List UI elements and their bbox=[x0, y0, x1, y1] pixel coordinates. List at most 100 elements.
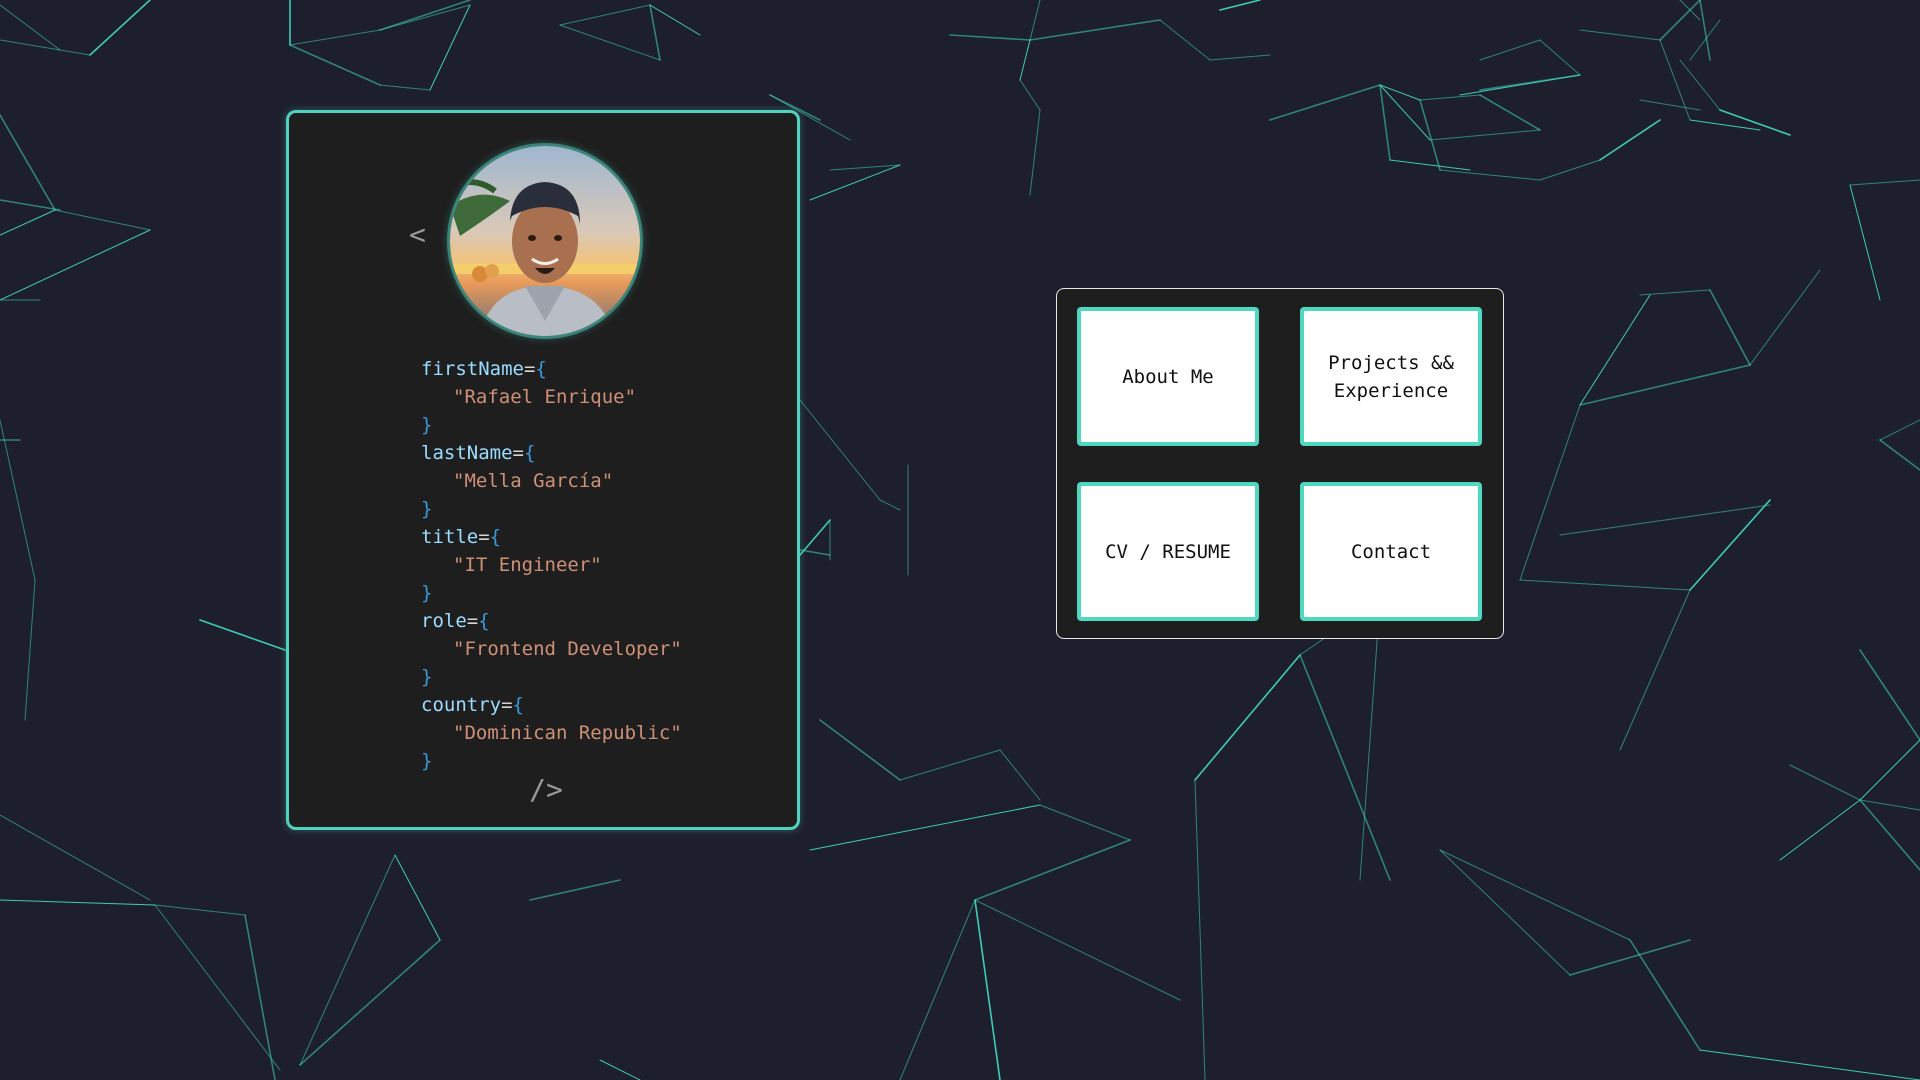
code-field-key-line: country={ bbox=[421, 691, 761, 719]
cv-resume-button[interactable]: CV / RESUME bbox=[1077, 482, 1259, 621]
network-line bbox=[379, 84, 431, 91]
title-key: title bbox=[421, 526, 479, 548]
page: < firstName={"Rafael Enrique"} lastNam… bbox=[0, 0, 1920, 1080]
code-field-key-line: title={ bbox=[421, 523, 761, 551]
network-line bbox=[1159, 19, 1211, 61]
network-line bbox=[1519, 404, 1581, 581]
network-line bbox=[1719, 109, 1791, 136]
code-close-line: } bbox=[421, 411, 761, 439]
network-line bbox=[799, 519, 831, 556]
open-brace: { bbox=[535, 358, 547, 380]
profile-code-block: firstName={ "Rafael Enrique" } lastName=… bbox=[421, 355, 761, 775]
network-line bbox=[1619, 589, 1691, 751]
equals-sign: = bbox=[512, 442, 524, 464]
open-brace: { bbox=[478, 610, 490, 632]
contact-button[interactable]: Contact bbox=[1300, 482, 1482, 621]
network-line bbox=[0, 899, 156, 906]
network-line bbox=[1849, 184, 1881, 301]
network-line bbox=[1859, 649, 1920, 741]
network-line bbox=[1569, 939, 1691, 976]
network-line bbox=[1419, 94, 1481, 101]
network-line bbox=[1519, 579, 1691, 591]
code-field-value-line: "Rafael Enrique" bbox=[421, 383, 761, 411]
network-line bbox=[1579, 294, 1651, 406]
network-line bbox=[809, 804, 1041, 851]
network-line bbox=[1679, 59, 1721, 111]
network-line bbox=[1849, 179, 1920, 186]
network-line bbox=[1019, 79, 1041, 111]
network-line bbox=[0, 4, 61, 51]
network-line bbox=[1269, 84, 1381, 121]
network-line bbox=[1379, 84, 1391, 161]
network-line bbox=[1579, 364, 1751, 406]
avatar bbox=[450, 146, 640, 336]
close-brace: } bbox=[421, 582, 433, 604]
network-line bbox=[0, 39, 91, 56]
network-line bbox=[244, 914, 276, 1080]
network-line bbox=[1779, 799, 1861, 861]
network-line bbox=[0, 814, 151, 901]
country-key: country bbox=[421, 694, 502, 716]
network-line bbox=[0, 209, 56, 236]
network-line bbox=[949, 34, 1031, 41]
code-field-value-line: "Mella García" bbox=[421, 467, 761, 495]
network-line bbox=[1559, 504, 1771, 536]
network-line bbox=[1439, 169, 1541, 181]
code-close-line: } bbox=[421, 579, 761, 607]
network-line bbox=[199, 619, 286, 651]
network-line bbox=[819, 719, 901, 781]
code-field-key-line: firstName={ bbox=[421, 355, 761, 383]
network-line bbox=[289, 29, 381, 46]
title-value: "IT Engineer" bbox=[453, 554, 602, 576]
network-line bbox=[649, 4, 661, 61]
network-line bbox=[1579, 29, 1661, 41]
about-me-button[interactable]: About Me bbox=[1077, 307, 1259, 446]
network-line bbox=[0, 114, 56, 211]
network-line bbox=[1439, 849, 1631, 941]
network-line bbox=[1379, 84, 1421, 101]
network-line bbox=[1209, 54, 1271, 61]
network-line bbox=[1479, 39, 1541, 61]
network-line bbox=[0, 419, 36, 581]
network-line bbox=[0, 229, 151, 301]
network-line bbox=[1699, 1049, 1920, 1080]
country-value: "Dominican Republic" bbox=[453, 722, 682, 744]
network-line bbox=[54, 209, 151, 231]
network-line bbox=[529, 879, 621, 901]
open-brace: { bbox=[489, 526, 502, 548]
network-line bbox=[1019, 39, 1031, 81]
network-line bbox=[799, 399, 881, 501]
profile-card: < firstName={"Rafael Enrique"} lastNam… bbox=[286, 110, 800, 830]
network-line bbox=[599, 1059, 641, 1080]
network-line bbox=[1429, 129, 1541, 141]
network-line bbox=[1439, 849, 1571, 976]
code-close-line: } bbox=[421, 495, 761, 523]
open-tag: < bbox=[409, 218, 426, 251]
network-line bbox=[1659, 0, 1701, 41]
network-line bbox=[1379, 84, 1431, 141]
network-line bbox=[1029, 0, 1041, 41]
network-line bbox=[429, 4, 471, 91]
projects-experience-button[interactable]: Projects && Experience bbox=[1300, 307, 1482, 446]
network-line bbox=[154, 904, 246, 916]
network-line bbox=[1194, 654, 1301, 781]
network-line bbox=[154, 904, 281, 1071]
equals-sign: = bbox=[501, 694, 513, 716]
network-line bbox=[559, 24, 661, 61]
network-line bbox=[974, 899, 1181, 1001]
network-line bbox=[1539, 39, 1581, 76]
close-brace: } bbox=[421, 414, 433, 436]
network-line bbox=[1789, 764, 1861, 801]
network-line bbox=[1419, 99, 1441, 171]
network-line bbox=[1879, 439, 1920, 471]
network-line bbox=[799, 549, 831, 556]
network-line bbox=[1879, 419, 1920, 441]
code-field-value-line: "IT Engineer" bbox=[421, 551, 761, 579]
code-close-line: } bbox=[421, 747, 761, 775]
network-line bbox=[899, 749, 1001, 781]
open-brace: { bbox=[512, 694, 524, 716]
network-line bbox=[1029, 109, 1041, 196]
code-field-key-line: lastName={ bbox=[421, 439, 761, 467]
network-line bbox=[1859, 799, 1920, 871]
network-line bbox=[879, 499, 901, 511]
